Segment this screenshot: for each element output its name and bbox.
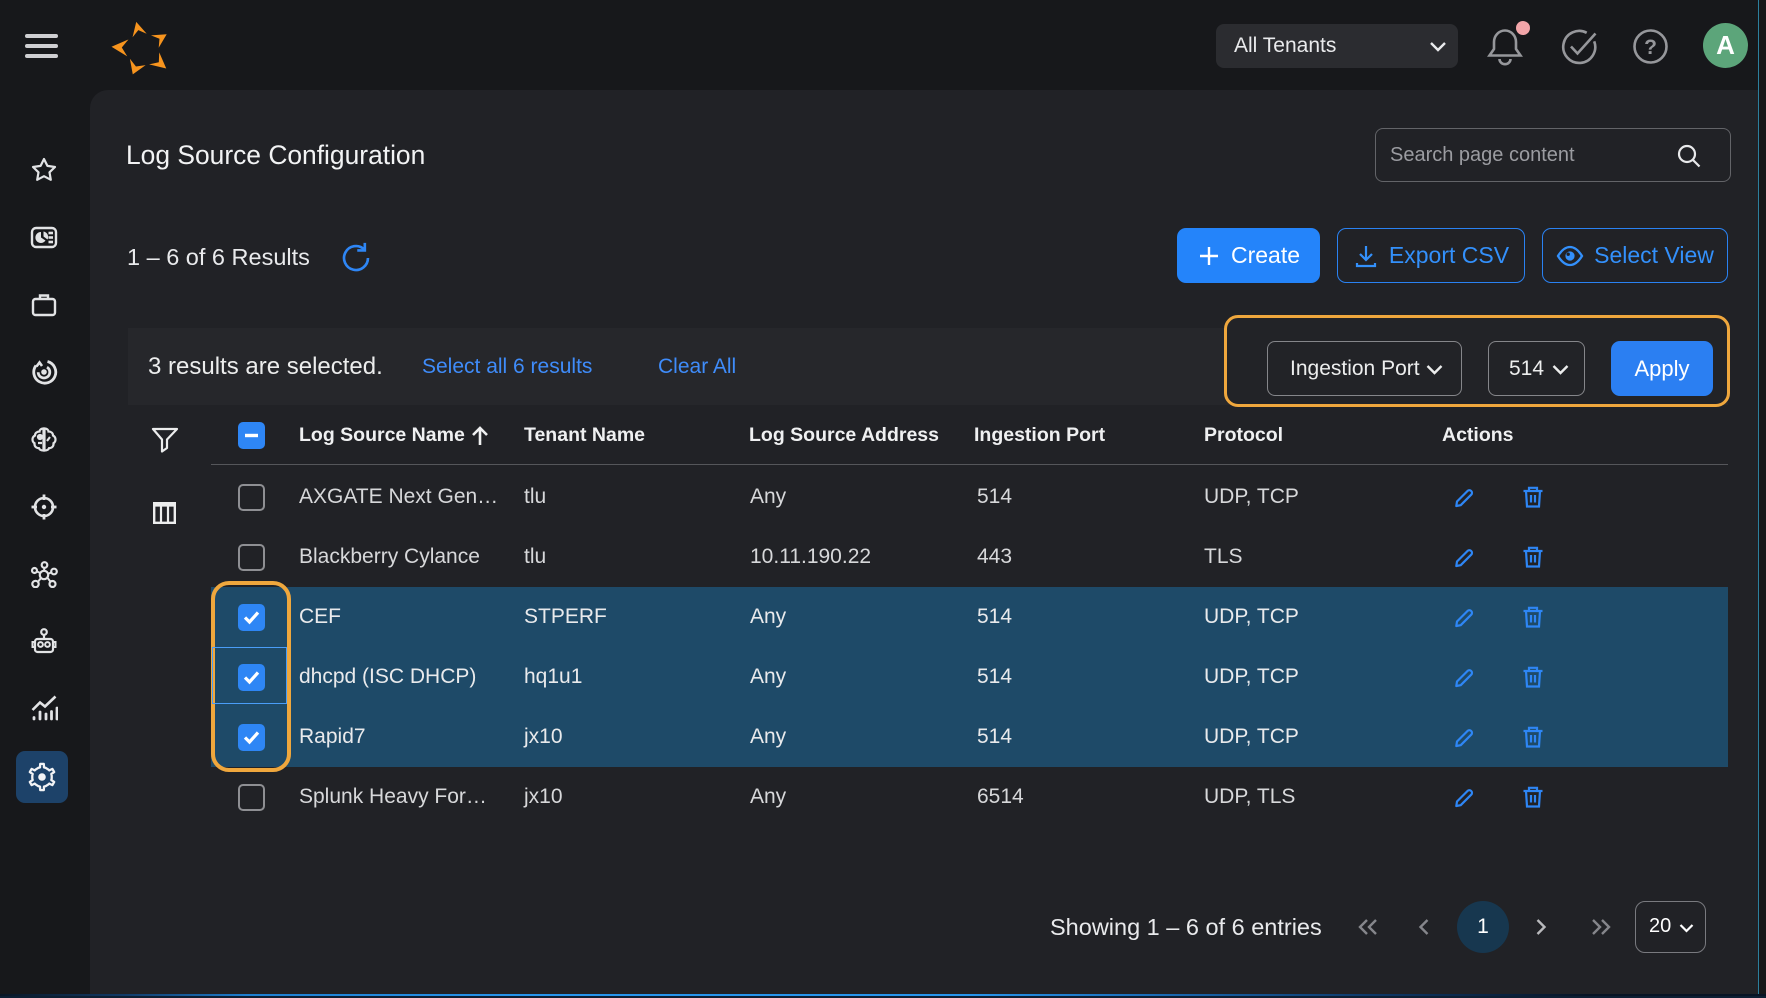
svg-text:?: ? — [1644, 36, 1657, 59]
